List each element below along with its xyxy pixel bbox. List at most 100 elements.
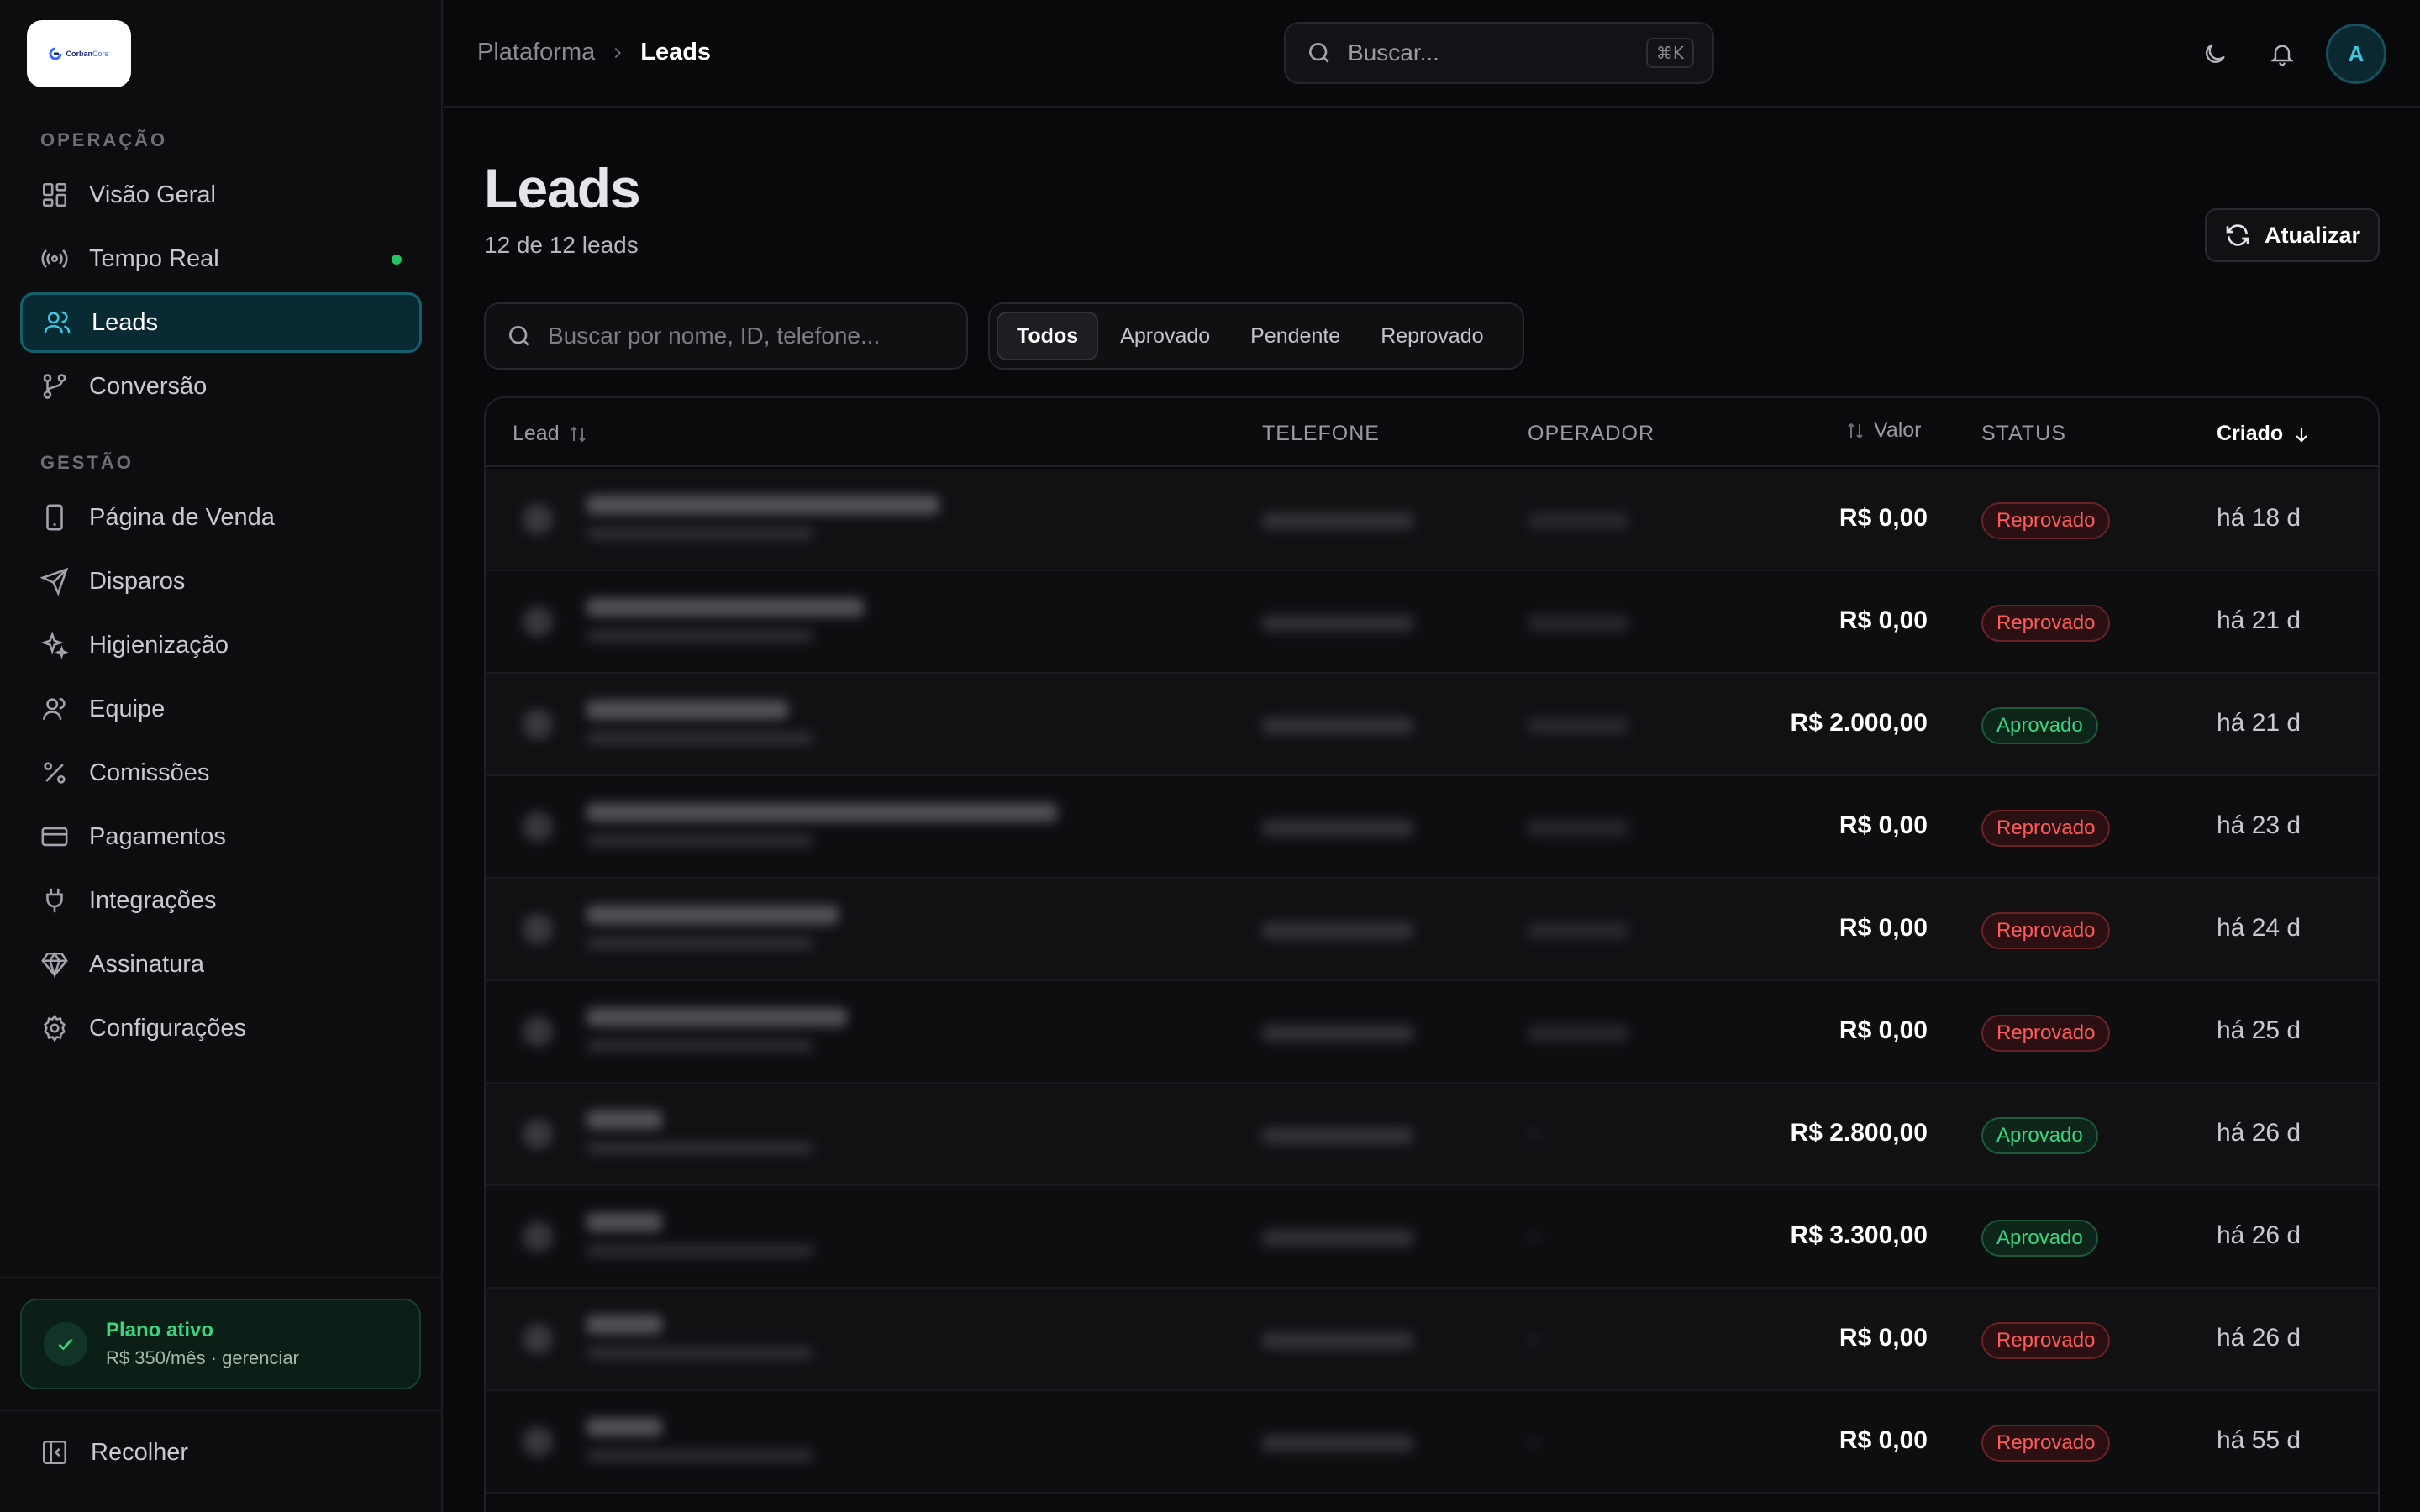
column-header-valor[interactable]: Valor: [1845, 418, 1922, 443]
filter-pendente[interactable]: Pendente: [1232, 312, 1359, 360]
redacted-phone: [1262, 1025, 1413, 1042]
corbancore-logo[interactable]: CorbanCore: [27, 20, 131, 87]
redacted-lead-name: [587, 1418, 662, 1436]
redacted-lead-avatar: [523, 1119, 553, 1149]
created-time: há 24 d: [2217, 914, 2302, 942]
section-label-operacao: OPERAÇÃO: [40, 129, 168, 150]
breadcrumb-current: Leads: [640, 39, 712, 66]
sidebar-item-equipe[interactable]: Equipe: [20, 679, 422, 739]
column-header-status: STATUS: [1981, 422, 2066, 445]
breadcrumb-plataforma[interactable]: Plataforma: [477, 39, 595, 66]
arrow-down-icon: [2296, 427, 2307, 443]
sidebar-item-label: Higienização: [89, 631, 229, 659]
status-filter-group: Todos Aprovado Pendente Reprovado: [988, 302, 1524, 370]
collapse-sidebar-button[interactable]: Recolher: [40, 1438, 188, 1467]
sidebar-item-comissoes[interactable]: Comissões: [20, 743, 422, 803]
redacted-lead-avatar: [523, 1426, 553, 1457]
sidebar-item-label: Equipe: [89, 695, 166, 722]
created-time: há 23 d: [2217, 811, 2302, 839]
table-row[interactable]: R$ 0,00 Reprovado há 23 d: [486, 776, 2378, 879]
sidebar-item-configuracoes[interactable]: Configurações: [20, 998, 422, 1058]
user-avatar[interactable]: A: [2326, 24, 2386, 84]
refresh-button[interactable]: Atualizar: [2205, 208, 2380, 262]
redacted-phone: [1262, 512, 1413, 529]
redacted-lead-name: [587, 598, 864, 617]
lead-value: R$ 0,00: [1839, 504, 1928, 532]
sidebar-item-pagamentos[interactable]: Pagamentos: [20, 806, 422, 867]
search-icon: [509, 326, 529, 346]
sidebar-item-label: Visão Geral: [89, 181, 216, 208]
sidebar-item-higienizacao[interactable]: Higienização: [20, 615, 422, 675]
plan-subtitle[interactable]: R$ 350/mês · gerenciar: [106, 1347, 299, 1369]
created-time: há 55 d: [2217, 1426, 2302, 1454]
sidebar-item-disparos[interactable]: Disparos: [20, 551, 422, 612]
filter-aprovado[interactable]: Aprovado: [1102, 312, 1228, 360]
redacted-lead-name: [587, 803, 1057, 822]
table-row[interactable]: R$ 0,00 Reprovado há 55 d: [486, 1391, 2378, 1494]
redacted-phone: [1262, 1230, 1413, 1247]
sidebar-item-conversao[interactable]: Conversão: [20, 356, 422, 417]
redacted-lead-name: [587, 1110, 662, 1129]
sidebar-item-leads[interactable]: Leads: [20, 292, 422, 353]
table-header: Lead TELEFONE OPERADOR Valor STATUS Cria…: [486, 398, 2378, 467]
redacted-lead-avatar: [523, 1221, 553, 1252]
created-time: há 26 d: [2217, 1221, 2302, 1249]
redacted-operator: [1528, 512, 1628, 529]
redacted-operator: [1528, 1440, 1541, 1445]
breadcrumb: Plataforma Leads: [477, 39, 711, 66]
sidebar-item-visao-geral[interactable]: Visão Geral: [20, 165, 422, 225]
sidebar-item-label: Integrações: [89, 886, 217, 914]
live-status-dot: [392, 255, 402, 265]
redacted-operator: [1528, 1235, 1541, 1240]
redacted-phone: [1262, 717, 1413, 734]
table-row[interactable]: R$ 2.000,00 Aprovado há 21 d: [486, 674, 2378, 776]
redacted-lead-name: [587, 1213, 662, 1231]
redacted-phone: [1262, 615, 1413, 632]
redacted-lead-name: [587, 1008, 847, 1026]
plan-title: Plano ativo: [106, 1319, 214, 1341]
table-row[interactable]: R$ 3.300,00 Aprovado há 26 d: [486, 1186, 2378, 1289]
plan-status-card[interactable]: Plano ativo R$ 350/mês · gerenciar: [20, 1299, 421, 1389]
redacted-lead-meta: [587, 1142, 813, 1154]
sidebar-item-pagina-de-venda[interactable]: Página de Venda: [20, 487, 422, 548]
redacted-lead-name: [587, 906, 839, 924]
redacted-lead-name: [587, 1315, 662, 1334]
table-row[interactable]: R$ 0,00 Reprovado há 25 d: [486, 981, 2378, 1084]
redacted-lead-name: [587, 701, 788, 719]
sidebar-item-tempo-real[interactable]: Tempo Real: [20, 228, 422, 289]
status-badge: Reprovado: [1981, 810, 2111, 847]
global-search-input[interactable]: Buscar... ⌘K: [1284, 22, 1714, 84]
lead-search-input[interactable]: Buscar por nome, ID, telefone...: [484, 302, 968, 370]
sidebar-item-assinatura[interactable]: Assinatura: [20, 934, 422, 995]
section-label-gestao: GESTÃO: [40, 452, 134, 473]
notifications-button[interactable]: [2262, 34, 2302, 74]
filter-reprovado[interactable]: Reprovado: [1362, 312, 1502, 360]
search-placeholder: Buscar por nome, ID, telefone...: [548, 323, 881, 349]
column-header-criado[interactable]: Criado: [2217, 422, 2312, 446]
sidebar-item-integracoes[interactable]: Integrações: [20, 870, 422, 931]
table-row[interactable]: R$ 0,00 Reprovado há 21 d: [486, 571, 2378, 674]
table-row[interactable]: R$ 2.800,00 Aprovado há 26 d: [486, 1084, 2378, 1186]
theme-toggle-button[interactable]: [2195, 34, 2235, 74]
sidebar-divider: [0, 1277, 443, 1278]
plug-icon: [46, 888, 63, 913]
lead-value: R$ 2.000,00: [1790, 709, 1928, 737]
sidebar-item-label: Comissões: [89, 759, 210, 786]
filter-todos[interactable]: Todos: [997, 312, 1099, 360]
redacted-lead-avatar: [523, 914, 553, 944]
broadcast-icon: [41, 249, 68, 268]
table-row[interactable]: R$ 0,00 Reprovado há 18 d: [486, 469, 2378, 571]
table-row[interactable]: R$ 0,00 Reprovado há 26 d: [486, 1289, 2378, 1391]
sort-icon: [570, 426, 586, 442]
table-row[interactable]: R$ 0,00 Reprovado há 24 d: [486, 879, 2378, 981]
redacted-phone: [1262, 1435, 1413, 1452]
status-badge: Aprovado: [1981, 707, 2098, 744]
status-badge: Reprovado: [1981, 605, 2111, 642]
redacted-operator: [1528, 820, 1628, 837]
leads-table: Lead TELEFONE OPERADOR Valor STATUS Cria…: [484, 396, 2380, 1512]
status-badge: Aprovado: [1981, 1220, 2098, 1257]
created-time: há 26 d: [2217, 1324, 2302, 1352]
column-header-lead[interactable]: Lead: [513, 422, 588, 446]
status-badge: Reprovado: [1981, 912, 2111, 949]
created-time: há 25 d: [2217, 1016, 2302, 1044]
